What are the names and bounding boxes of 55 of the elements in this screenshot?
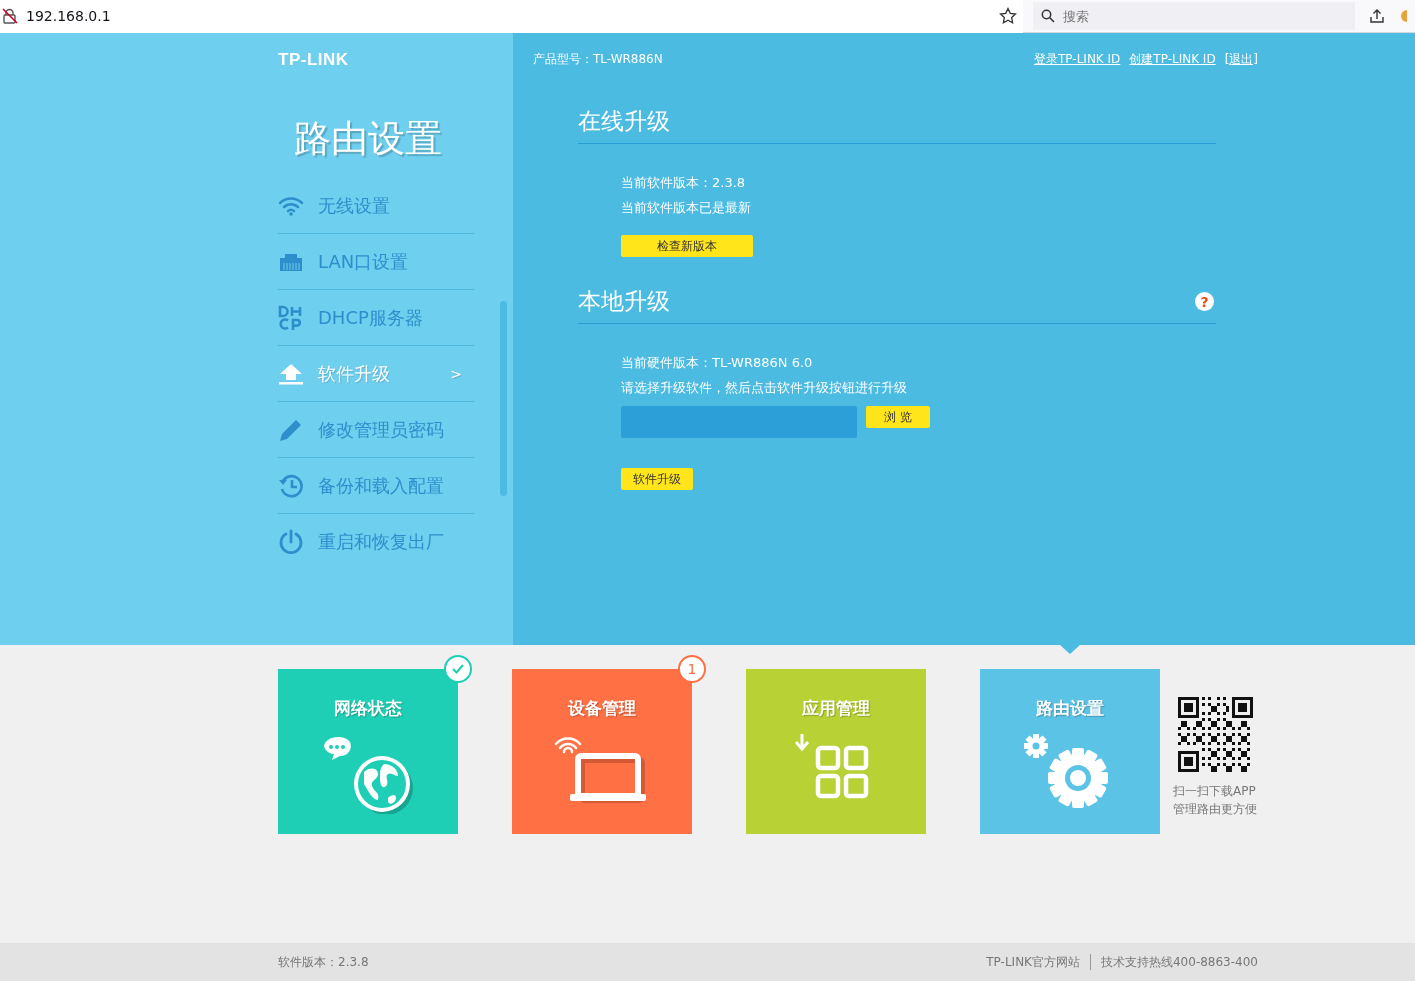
tile-label: 路由设置	[1036, 697, 1104, 720]
globe-chat-icon	[322, 734, 414, 814]
upload-icon	[278, 362, 304, 385]
search-input[interactable]: 搜索	[1061, 7, 1325, 25]
footer-link[interactable]: TP-LINK官方网站	[986, 953, 1080, 971]
browse-button[interactable]: 浏 览	[866, 406, 930, 428]
sidebar-item[interactable]: 重启和恢复出厂	[278, 514, 474, 568]
share-icon[interactable]	[1369, 8, 1385, 24]
dhcp-icon	[278, 304, 302, 331]
help-icon[interactable]: ?	[1195, 292, 1214, 311]
footer-link[interactable]: 技术支持热线400-8863-400	[1101, 953, 1258, 971]
sidebar-item[interactable]: DHCP服务器	[278, 290, 474, 346]
file-field[interactable]	[621, 406, 857, 438]
section-title: 本地升级	[578, 287, 670, 316]
ethernet-port-icon	[278, 251, 304, 272]
header-link[interactable]: [退出]	[1224, 51, 1258, 68]
section-title: 在线升级	[578, 107, 670, 136]
broken-lock-icon	[2, 8, 18, 24]
sidebar-item[interactable]: 软件升级 >	[278, 346, 474, 402]
pencil-icon	[278, 417, 304, 442]
url-text: 192.168.0.1	[26, 8, 112, 24]
upgrade-button[interactable]: 软件升级	[621, 468, 693, 490]
header-link[interactable]: 登录TP-LINK ID	[1034, 51, 1121, 68]
bookmark-star-icon[interactable]	[999, 7, 1017, 25]
search-field[interactable]: 搜索	[1033, 2, 1355, 30]
power-icon	[278, 528, 304, 555]
caret-text: >	[450, 365, 462, 382]
sidebar-item[interactable]: 无线设置	[278, 178, 474, 234]
software-version: 软件版本：2.3.8	[278, 953, 369, 971]
product-model: 产品型号：TL-WR886N	[533, 51, 663, 68]
info-text: 当前硬件版本：TL-WR886N 6.0	[621, 354, 814, 372]
info-text: 当前软件版本已是最新	[621, 199, 752, 217]
qr-caption: 扫一扫下载APP	[1173, 783, 1257, 800]
page-title: 路由设置	[294, 116, 443, 162]
nav-tile[interactable]: 路由设置	[980, 669, 1160, 834]
check-version-button[interactable]: 检查新版本	[621, 235, 753, 257]
info-text: 当前软件版本：2.3.8	[621, 174, 747, 192]
search-icon	[1041, 9, 1055, 23]
nav-tile[interactable]: 应用管理	[746, 669, 926, 834]
info-text: 请选择升级软件，然后点击软件升级按钮进行升级	[621, 379, 908, 397]
header-link[interactable]: 创建TP-LINK ID	[1129, 51, 1216, 68]
logo: TP-LINK	[278, 50, 350, 70]
tile-label: 应用管理	[802, 697, 870, 720]
address-bar[interactable]: 192.168.0.1	[0, 0, 1023, 33]
count-badge: 1	[678, 655, 706, 683]
sidebar-item[interactable]: LAN口设置	[278, 234, 474, 290]
history-icon	[278, 473, 304, 498]
wifi-icon	[278, 195, 304, 216]
sidebar-item[interactable]: 备份和载入配置	[278, 458, 474, 514]
tile-label: 设备管理	[568, 697, 636, 720]
tile-label: 网络状态	[334, 697, 402, 720]
sidebar-item[interactable]: 修改管理员密码	[278, 402, 474, 458]
check-badge-icon	[444, 655, 472, 683]
nav-tile[interactable]: 网络状态	[278, 669, 458, 834]
qr-caption: 管理路由更方便	[1173, 801, 1257, 818]
